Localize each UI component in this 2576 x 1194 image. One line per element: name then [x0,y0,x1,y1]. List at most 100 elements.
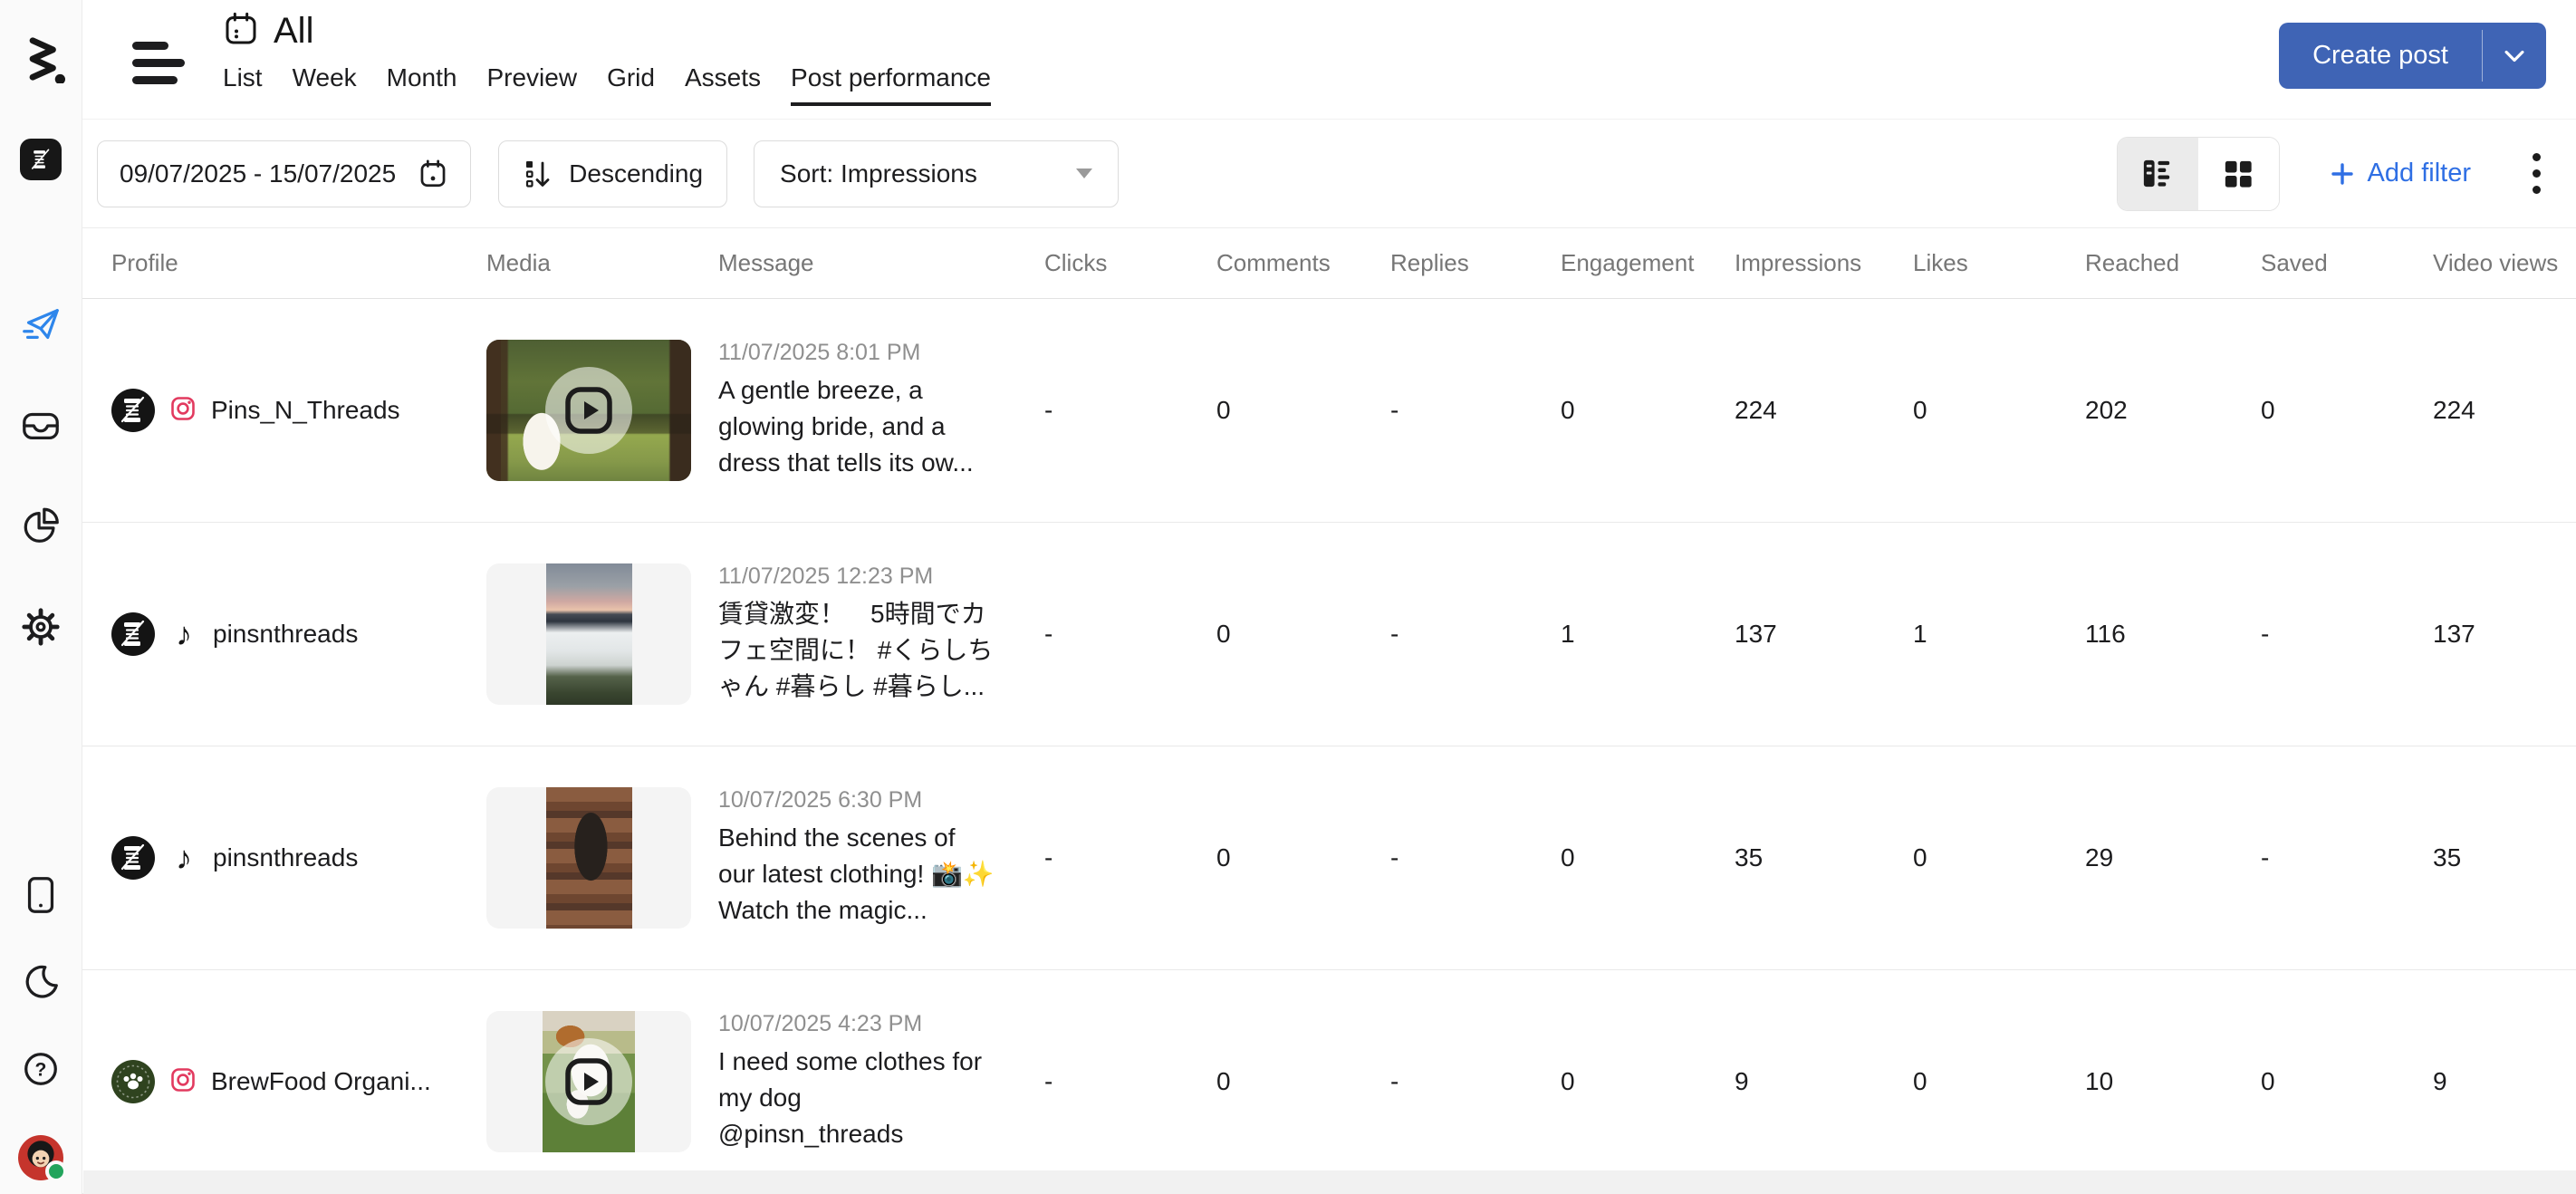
online-status-dot [45,1160,67,1182]
engagement-value: 0 [1561,1067,1735,1096]
column-header-clicks[interactable]: Clicks [1044,249,1216,277]
more-options-kebab-icon[interactable] [2527,148,2546,199]
calendar-title-icon [223,11,259,52]
page-header: All List Week Month Preview Grid Assets … [82,0,2576,120]
column-header-replies[interactable]: Replies [1390,249,1561,277]
post-media-thumbnail[interactable] [486,787,691,929]
date-range-value: 09/07/2025 - 15/07/2025 [120,159,396,188]
table-view-button[interactable] [2118,138,2198,210]
post-timestamp: 11/07/2025 12:23 PM [718,563,1004,590]
profile-cell: Pins_N_Threads [111,389,486,432]
tab-grid[interactable]: Grid [607,63,655,106]
sort-by-value: Sort: Impressions [780,159,977,188]
post-timestamp: 10/07/2025 4:23 PM [718,1011,1004,1037]
column-header-engagement[interactable]: Engagement [1561,249,1735,277]
message-cell: 11/07/2025 12:23 PM 賃貸激変！ 5時間でカフェ空間に！ #く… [718,563,1044,705]
inbox-icon[interactable] [20,405,62,447]
comments-value: 0 [1216,1067,1390,1096]
column-header-media[interactable]: Media [486,249,718,277]
likes-value: 1 [1913,620,2085,649]
profile-avatar [111,389,155,432]
sort-descending-icon [523,158,555,190]
column-header-impressions[interactable]: Impressions [1735,249,1913,277]
table-row[interactable]: BrewFood Organi... 10/07/2025 4:23 PM I … [82,970,2576,1194]
tab-list[interactable]: List [223,63,263,106]
device-preview-icon[interactable] [20,874,62,916]
post-media-thumbnail[interactable] [486,340,691,481]
table-header: Profile Media Message Clicks Comments Re… [82,227,2576,299]
video-views-value: 9 [2433,1067,2576,1096]
replies-value: - [1390,843,1561,872]
post-media-thumbnail[interactable] [486,563,691,705]
sidebar-bottom: ? [18,874,63,1180]
dropdown-caret-icon [1076,169,1092,178]
message-cell: 10/07/2025 4:23 PM I need some clothes f… [718,1011,1044,1152]
column-header-saved[interactable]: Saved [2261,249,2433,277]
view-tabs: List Week Month Preview Grid Assets Post… [223,63,991,106]
svg-text:?: ? [35,1060,47,1081]
impressions-value: 9 [1735,1067,1913,1096]
help-icon[interactable]: ? [20,1048,62,1090]
calendar-icon [418,159,448,189]
instagram-icon [169,1066,197,1098]
reached-value: 116 [2085,620,2261,649]
comments-value: 0 [1216,843,1390,872]
tab-post-performance[interactable]: Post performance [791,63,991,106]
analytics-pie-icon[interactable] [20,506,62,547]
sidebar-nav [20,304,62,648]
likes-value: 0 [1913,1067,2085,1096]
grid-view-button[interactable] [2198,138,2279,210]
workspace-avatar[interactable] [20,139,62,180]
media-image [546,563,632,705]
replies-value: - [1390,396,1561,425]
tiktok-icon: ♪ [169,842,198,874]
media-cell [486,340,718,481]
column-header-profile[interactable]: Profile [111,249,486,277]
title-block: All List Week Month Preview Grid Assets … [223,11,991,106]
hamburger-menu-icon[interactable] [132,42,188,84]
settings-gear-icon[interactable] [20,606,62,648]
post-media-thumbnail[interactable] [486,1011,691,1152]
media-image [546,787,632,929]
create-post-split-button: Create post [2279,23,2546,89]
column-header-reached[interactable]: Reached [2085,249,2261,277]
media-cell [486,787,718,929]
column-header-message[interactable]: Message [718,249,1044,277]
profile-name: Pins_N_Threads [211,396,400,425]
create-post-button[interactable]: Create post [2279,23,2482,89]
tab-month[interactable]: Month [387,63,457,106]
brand-logo-icon[interactable] [16,34,65,88]
engagement-value: 1 [1561,620,1735,649]
table-row[interactable]: Pins_N_Threads 11/07/2025 8:01 PM A gent… [82,299,2576,523]
tab-week[interactable]: Week [293,63,357,106]
clicks-value: - [1044,1067,1216,1096]
column-header-video-views[interactable]: Video views [2433,249,2576,277]
clicks-value: - [1044,843,1216,872]
create-post-dropdown-button[interactable] [2483,23,2546,89]
replies-value: - [1390,1067,1561,1096]
dark-mode-moon-icon[interactable] [20,961,62,1003]
reached-value: 202 [2085,396,2261,425]
horizontal-scrollbar[interactable] [83,1170,2576,1194]
reached-value: 29 [2085,843,2261,872]
sort-order-label: Descending [569,159,703,188]
user-avatar[interactable] [18,1135,63,1180]
column-header-likes[interactable]: Likes [1913,249,2085,277]
profile-avatar [111,836,155,880]
sort-by-dropdown[interactable]: Sort: Impressions [754,140,1119,207]
impressions-value: 224 [1735,396,1913,425]
add-filter-button[interactable]: Add filter [2329,159,2471,188]
video-views-value: 137 [2433,620,2576,649]
table-row[interactable]: ♪ pinsnthreads 11/07/2025 12:23 PM 賃貸激変！… [82,523,2576,746]
profile-name: pinsnthreads [213,843,358,872]
posts-paper-plane-icon[interactable] [20,304,62,346]
saved-value: 0 [2261,1067,2433,1096]
date-range-picker[interactable]: 09/07/2025 - 15/07/2025 [97,140,471,207]
table-row[interactable]: ♪ pinsnthreads 10/07/2025 6:30 PM Behind… [82,746,2576,970]
tab-assets[interactable]: Assets [685,63,761,106]
tab-preview[interactable]: Preview [486,63,577,106]
column-header-comments[interactable]: Comments [1216,249,1390,277]
view-mode-toggle [2117,137,2280,211]
sort-order-button[interactable]: Descending [498,140,727,207]
post-timestamp: 10/07/2025 6:30 PM [718,787,1004,814]
